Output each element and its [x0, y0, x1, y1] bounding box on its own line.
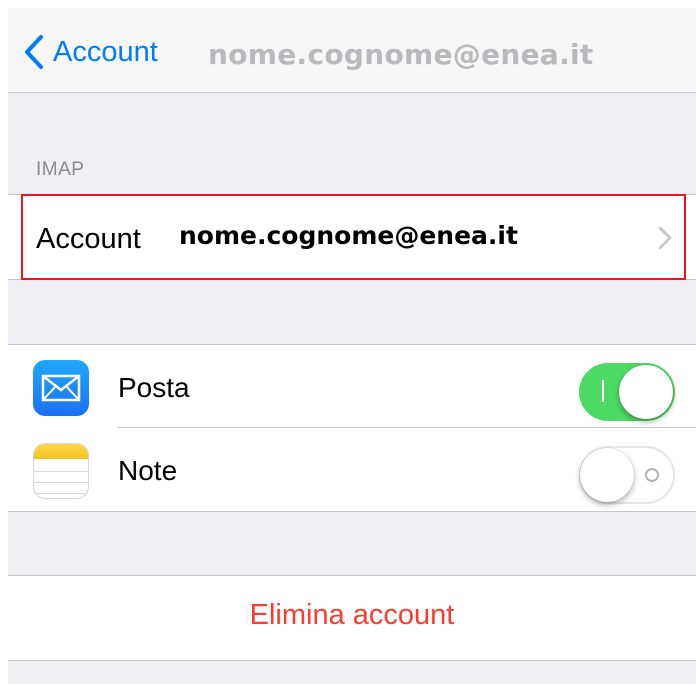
account-row[interactable]: Account nome.cognome@enea.it [8, 194, 696, 280]
toggle-on-mark [602, 380, 604, 402]
back-button[interactable]: Account [24, 32, 158, 72]
account-row-label: Account [36, 223, 141, 255]
posta-row: Posta [8, 345, 696, 428]
toggle-knob [619, 365, 673, 419]
posta-toggle[interactable] [579, 363, 675, 421]
sync-options-group: Posta Note [8, 344, 696, 512]
toggle-knob [580, 448, 634, 502]
navbar-title-email: nome.cognome@enea.it [208, 38, 594, 71]
delete-account-label: Elimina account [249, 599, 455, 631]
mail-icon [33, 360, 89, 416]
note-row: Note [8, 428, 696, 511]
note-toggle[interactable] [579, 446, 675, 504]
toggle-off-mark [645, 468, 659, 482]
notes-icon [33, 443, 89, 499]
account-row-email: nome.cognome@enea.it [179, 221, 518, 250]
navigation-bar: Account nome.cognome@enea.it [8, 8, 696, 93]
note-label: Note [118, 455, 178, 486]
settings-screen: Account nome.cognome@enea.it IMAP Accoun… [8, 8, 696, 684]
back-button-label: Account [53, 35, 158, 68]
posta-label: Posta [118, 372, 190, 403]
delete-account-button[interactable]: Elimina account [8, 575, 696, 661]
section-header-imap: IMAP [36, 159, 85, 180]
chevron-left-icon [25, 35, 43, 69]
chevron-right-icon [658, 226, 672, 250]
